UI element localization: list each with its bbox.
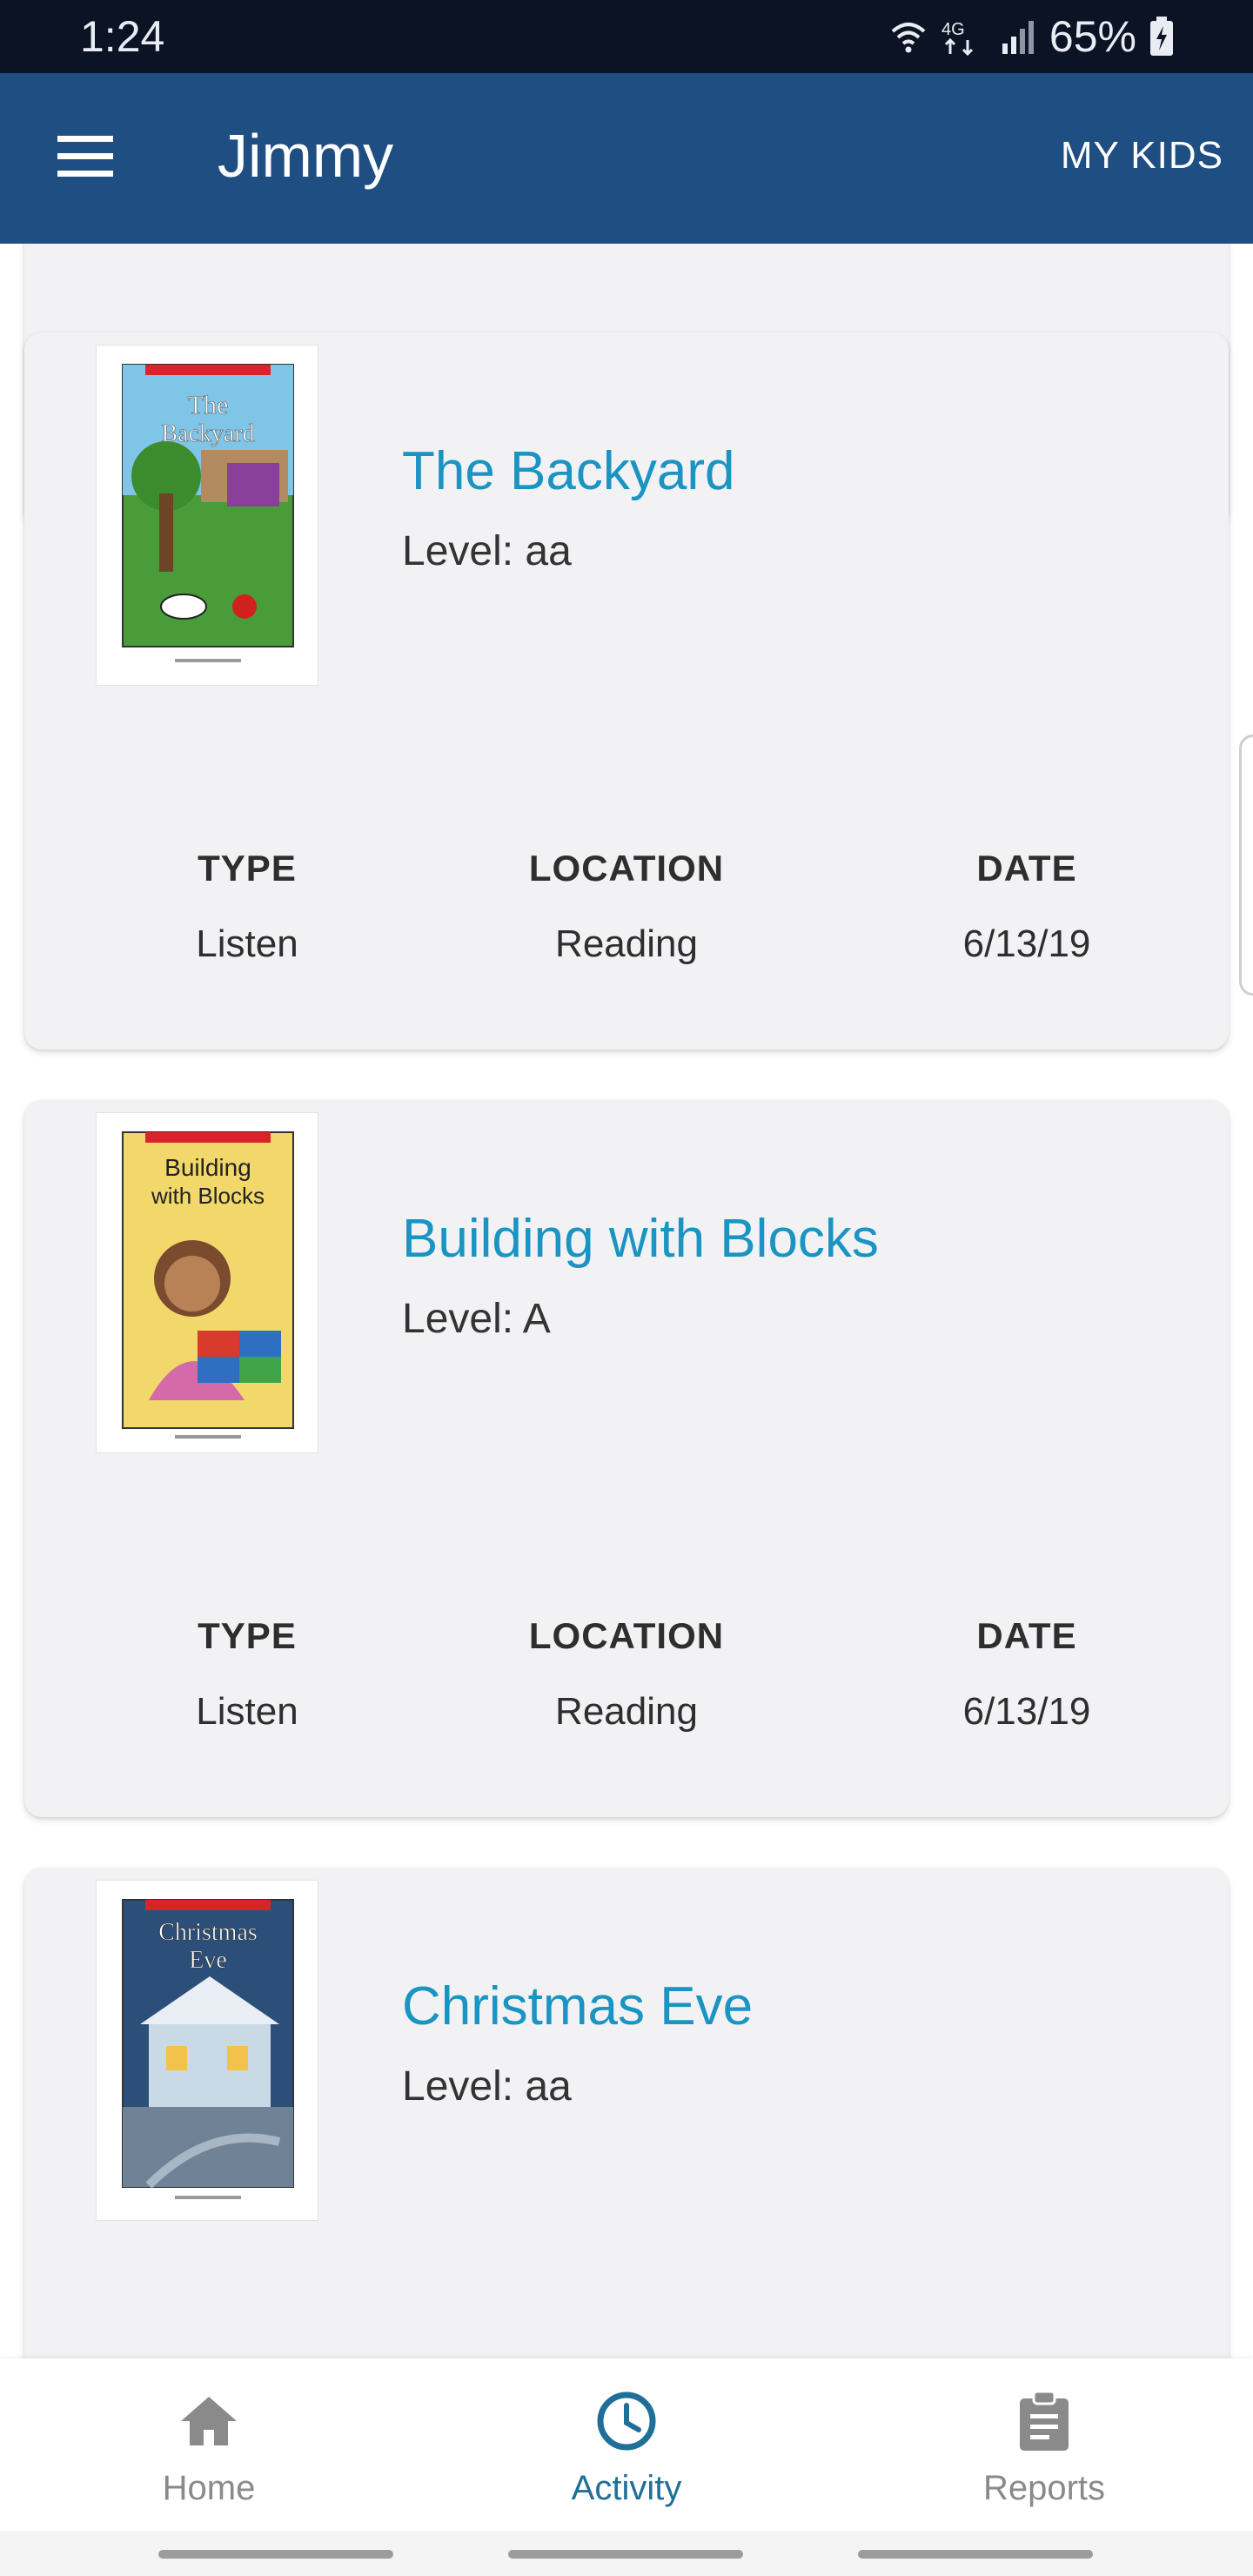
meta-date-value: 6/13/19 [962, 1690, 1091, 1733]
nav-home-label: Home [162, 2469, 256, 2507]
status-time: 1:24 [80, 12, 165, 61]
clock-icon [597, 2392, 656, 2451]
nav-reports-label: Reports [982, 2469, 1106, 2507]
activity-card[interactable]: The Backyard The Backyard Level: aa TYPE… [24, 332, 1229, 1050]
book-title[interactable]: Christmas Eve [402, 1972, 753, 2042]
status-bar: 1:24 4G 65% [0, 0, 1253, 73]
book-title[interactable]: The Backyard [402, 437, 735, 506]
screen: 1:24 4G 65% Jimmy MY KIDS The Backyard T… [0, 0, 1253, 2576]
activity-card[interactable]: Christmas Eve Christmas Eve Level: aa [24, 1868, 1229, 2358]
nav-activity[interactable]: Activity [452, 2358, 801, 2531]
meta-type-label: TYPE [198, 848, 297, 889]
meta-location-value: Reading [555, 922, 698, 965]
activity-list[interactable]: The Backyard The Backyard Level: aa TYPE… [0, 244, 1253, 2358]
gesture-pill-right[interactable] [858, 2550, 1093, 2559]
nav-home[interactable]: Home [35, 2358, 383, 2531]
meta-type: TYPE Listen [73, 846, 421, 968]
bottom-navigation: Home Activity Reports [0, 2358, 1253, 2531]
meta-location-label: LOCATION [528, 1615, 725, 1656]
activity-card[interactable]: Building with Blocks Building with Block… [24, 1100, 1229, 1817]
network-4g-icon: 4G [941, 20, 973, 56]
page-title: Jimmy [218, 122, 394, 190]
app-bar: Jimmy MY KIDS [0, 73, 1253, 244]
cover-title-line-2: with Blocks [151, 1183, 265, 1209]
status-icons: 4G 65% [889, 10, 1175, 63]
cover-title-line-2: Backyard [161, 420, 254, 447]
cover-title-line-2: Eve [189, 1947, 227, 1974]
book-cover-thumbnail[interactable]: Christmas Eve [96, 1880, 318, 2221]
meta-type-value: Listen [196, 1690, 298, 1733]
nav-activity-label: Activity [571, 2469, 682, 2507]
activity-meta: TYPE Listen LOCATION Reading DATE 6/13/1… [24, 846, 1229, 985]
book-cover-thumbnail[interactable]: Building with Blocks [96, 1112, 318, 1453]
meta-date-label: DATE [976, 848, 1077, 889]
book-level: Level: aa [402, 2063, 572, 2110]
book-level: Level: A [402, 1296, 551, 1342]
meta-location: LOCATION Reading [452, 846, 801, 968]
svg-text:4G: 4G [941, 20, 965, 39]
meta-location-label: LOCATION [528, 848, 725, 889]
clipboard-icon [1020, 2390, 1069, 2451]
my-kids-button[interactable]: MY KIDS [1061, 125, 1223, 186]
scroll-handle[interactable] [1239, 735, 1253, 996]
cover-title-line-1: Christmas [158, 1919, 258, 1946]
backyard-cover-art: The Backyard [122, 364, 294, 662]
meta-type-value: Listen [196, 922, 298, 965]
christmas-eve-cover-art: Christmas Eve [122, 1899, 294, 2199]
meta-type: TYPE Listen [73, 1613, 421, 1735]
book-cover-thumbnail[interactable]: The Backyard [96, 345, 318, 686]
nav-reports[interactable]: Reports [870, 2358, 1218, 2531]
meta-date: DATE 6/13/19 [853, 846, 1201, 968]
meta-date: DATE 6/13/19 [853, 1613, 1201, 1735]
gesture-pill-left[interactable] [158, 2550, 393, 2559]
battery-percent: 65% [1049, 12, 1136, 61]
cover-title-line-1: Building [164, 1154, 251, 1181]
meta-date-value: 6/13/19 [962, 922, 1091, 965]
meta-type-label: TYPE [198, 1615, 297, 1656]
gesture-bar [0, 2531, 1253, 2576]
wifi-icon [891, 23, 926, 53]
meta-location: LOCATION Reading [452, 1613, 801, 1735]
gesture-pill-center[interactable] [508, 2550, 743, 2559]
book-level: Level: aa [402, 528, 572, 574]
meta-location-value: Reading [555, 1690, 698, 1733]
battery-charging-icon [1150, 17, 1173, 56]
blocks-cover-art: Building with Blocks [122, 1131, 294, 1439]
hamburger-menu-icon[interactable] [50, 125, 120, 186]
home-icon [181, 2397, 237, 2445]
meta-date-label: DATE [976, 1615, 1077, 1656]
activity-meta: TYPE Listen LOCATION Reading DATE 6/13/1… [24, 1613, 1229, 1753]
cover-title-line-1: The [188, 391, 229, 419]
book-title[interactable]: Building with Blocks [402, 1204, 879, 1274]
signal-icon [1002, 21, 1034, 54]
